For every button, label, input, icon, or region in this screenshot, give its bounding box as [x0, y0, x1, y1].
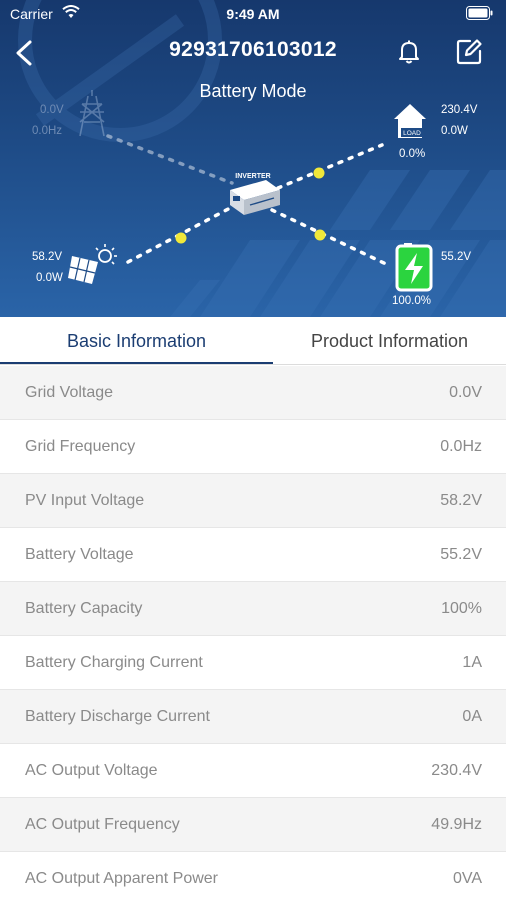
energy-flow-diagram: INVERTER LOAD — [68, 90, 433, 292]
load-label: LOAD — [403, 130, 421, 137]
row-value: 0VA — [452, 870, 482, 887]
row-label: AC Output Frequency — [25, 816, 180, 833]
pv-power-reading: 0.0W — [36, 272, 63, 284]
grid-voltage-reading: 0.0V — [40, 104, 64, 116]
load-percent-reading: 0.0% — [399, 148, 426, 160]
row-label: AC Output Voltage — [25, 762, 158, 779]
list-item: PV Input Voltage 58.2V — [0, 474, 506, 528]
battery-flow-line — [270, 208, 388, 266]
load-flow-line — [276, 143, 384, 190]
list-item: AC Output Frequency 49.9Hz — [0, 798, 506, 852]
row-label: Grid Frequency — [25, 438, 136, 455]
battery-voltage-reading: 55.2V — [441, 251, 472, 263]
list-item: Battery Charging Current 1A — [0, 636, 506, 690]
grid-frequency-reading: 0.0Hz — [32, 125, 63, 137]
grid-tower-icon — [79, 90, 105, 137]
basic-information-list: Grid Voltage 0.0V Grid Frequency 0.0Hz PV … — [0, 366, 506, 900]
list-item: Battery Voltage 55.2V — [0, 528, 506, 582]
battery-flow-dot — [314, 229, 326, 241]
row-label: Battery Charging Current — [25, 654, 203, 671]
row-value: 0A — [462, 708, 482, 725]
row-label: Grid Voltage — [25, 384, 114, 401]
row-value: 230.4V — [431, 762, 482, 779]
row-value: 1A — [462, 654, 482, 671]
battery-charging-icon — [395, 243, 433, 292]
pv-flow-dot — [175, 232, 187, 244]
load-power-reading: 0.0W — [441, 125, 468, 137]
row-label: Battery Discharge Current — [25, 708, 210, 725]
row-label: AC Output Apparent Power — [25, 870, 218, 887]
load-flow-dot — [313, 167, 325, 179]
row-label: Battery Voltage — [25, 546, 134, 563]
list-item: AC Output Apparent Power 0VA — [0, 852, 506, 900]
row-value: 0.0Hz — [440, 438, 482, 455]
info-tabs: Basic Information Product Information — [0, 317, 506, 365]
row-label: Battery Capacity — [25, 600, 143, 617]
list-item: Grid Voltage 0.0V — [0, 366, 506, 420]
solar-panel-icon — [68, 244, 117, 284]
row-value: 55.2V — [440, 546, 482, 563]
tab-basic-information[interactable]: Basic Information — [0, 317, 273, 365]
inverter-label: INVERTER — [235, 173, 270, 180]
row-value: 49.9Hz — [431, 816, 482, 833]
row-value: 0.0V — [449, 384, 482, 401]
pv-voltage-reading: 58.2V — [32, 251, 63, 263]
status-panel: Carrier 9:49 AM 92931706103012 Battery M… — [0, 0, 506, 317]
row-label: PV Input Voltage — [25, 492, 145, 509]
grid-flow-line — [106, 134, 234, 185]
list-item: Battery Discharge Current 0A — [0, 690, 506, 744]
list-item: Grid Frequency 0.0Hz — [0, 420, 506, 474]
load-voltage-reading: 230.4V — [441, 104, 478, 116]
row-value: 100% — [441, 600, 482, 617]
active-tab-indicator — [0, 362, 273, 364]
tab-product-information[interactable]: Product Information — [273, 317, 506, 365]
row-value: 58.2V — [440, 492, 482, 509]
list-item: AC Output Voltage 230.4V — [0, 744, 506, 798]
battery-percent-reading: 100.0% — [392, 295, 432, 307]
list-item: Battery Capacity 100% — [0, 582, 506, 636]
house-load-icon: LOAD — [394, 104, 426, 138]
